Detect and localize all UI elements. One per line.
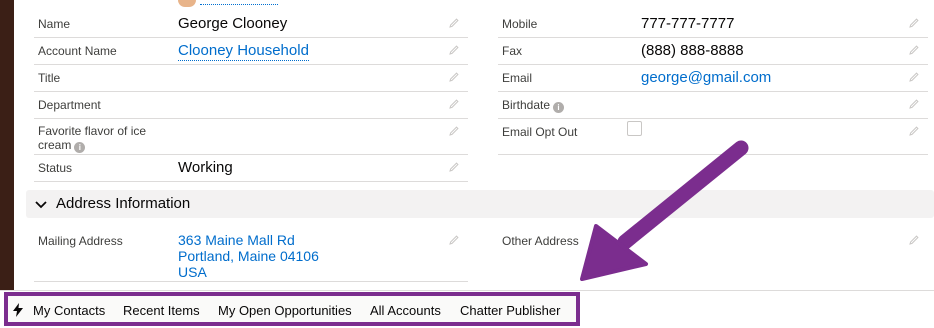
pencil-icon[interactable] — [448, 71, 460, 83]
field-label: Status — [38, 161, 73, 175]
field-label: Mailing Address — [38, 234, 123, 248]
field-value: Working — [178, 159, 233, 176]
field-label: Title — [38, 71, 61, 85]
field-value: (888) 888-8888 — [641, 42, 744, 59]
address-section-header[interactable]: Address Information — [26, 190, 934, 218]
pencil-icon[interactable] — [908, 71, 920, 83]
utility-item-chatter-publisher[interactable]: Chatter Publisher — [460, 303, 560, 318]
utility-item-recent-items[interactable]: Recent Items — [123, 303, 200, 318]
utility-item-my-open-opportunities[interactable]: My Open Opportunities — [218, 303, 352, 318]
app-frame-edge — [0, 0, 14, 290]
field-label: Name — [38, 17, 71, 31]
section-title: Address Information — [56, 195, 191, 212]
bolt-icon — [13, 303, 23, 317]
field-favorite-flavor: Favorite flavor of ice cream i — [34, 119, 468, 155]
owner-link[interactable] — [200, 4, 278, 5]
utility-item-all-accounts[interactable]: All Accounts — [370, 303, 441, 318]
utility-item-my-contacts[interactable]: My Contacts — [33, 303, 105, 318]
field-department: Department — [34, 92, 468, 119]
field-value: 777-777-7777 — [641, 15, 735, 32]
label-text: Birthdate — [502, 98, 551, 112]
field-title: Title — [34, 65, 468, 92]
email-opt-out-checkbox[interactable] — [627, 121, 642, 136]
field-label: Email — [502, 71, 533, 85]
pencil-icon[interactable] — [448, 44, 460, 56]
field-label: Account Name — [38, 44, 117, 58]
field-birthdate: Birthdate i — [498, 92, 928, 119]
field-label: Email Opt Out — [502, 125, 578, 139]
label-line: Favorite flavor of ice — [38, 124, 147, 138]
pencil-icon[interactable] — [908, 17, 920, 29]
pencil-icon[interactable] — [908, 44, 920, 56]
pencil-icon[interactable] — [908, 234, 920, 246]
field-label: Other Address — [502, 234, 579, 248]
field-email: Email george@gmail.com — [498, 65, 928, 92]
pencil-icon[interactable] — [448, 98, 460, 110]
field-account-name: Account Name Clooney Household — [34, 38, 468, 65]
field-label: Favorite flavor of ice cream i — [38, 124, 146, 153]
field-fax: Fax (888) 888-8888 — [498, 38, 928, 65]
field-mobile: Mobile 777-777-7777 — [498, 11, 928, 38]
pencil-icon[interactable] — [448, 161, 460, 173]
field-label: Birthdate i — [502, 98, 565, 113]
field-status: Status Working — [34, 155, 468, 182]
info-icon[interactable]: i — [74, 142, 86, 153]
mailing-address-line1[interactable]: 363 Maine Mall Rd — [178, 232, 295, 248]
field-label: Mobile — [502, 17, 538, 31]
pencil-icon[interactable] — [908, 125, 920, 137]
field-name: Name George Clooney — [34, 11, 468, 38]
pencil-icon[interactable] — [908, 98, 920, 110]
account-name-link[interactable]: Clooney Household — [178, 42, 309, 61]
field-label: Department — [38, 98, 101, 112]
field-email-opt-out: Email Opt Out — [498, 119, 928, 155]
pencil-icon[interactable] — [448, 234, 460, 246]
label-line: cream — [38, 138, 72, 152]
field-other-address: Other Address — [498, 228, 928, 282]
chevron-down-icon — [35, 201, 47, 209]
pencil-icon[interactable] — [448, 125, 460, 137]
email-link[interactable]: george@gmail.com — [641, 69, 771, 87]
mailing-address-line2[interactable]: Portland, Maine 04106 — [178, 248, 319, 264]
mailing-address-line3[interactable]: USA — [178, 264, 207, 280]
field-label: Fax — [502, 44, 523, 58]
field-value: George Clooney — [178, 15, 288, 32]
pencil-icon[interactable] — [448, 17, 460, 29]
info-icon[interactable]: i — [553, 102, 565, 113]
